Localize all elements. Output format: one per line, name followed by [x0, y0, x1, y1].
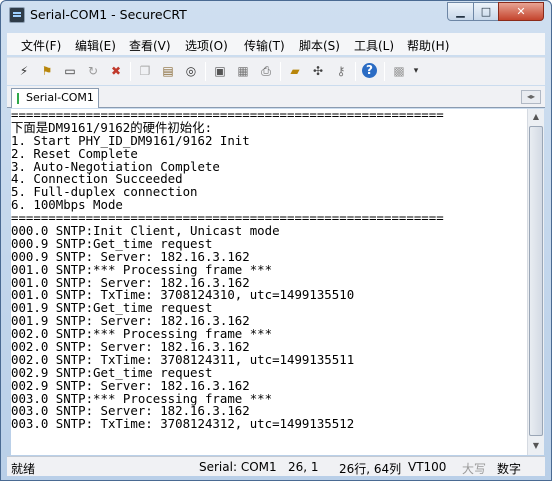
quick-connect-icon[interactable]: ⚑	[38, 62, 56, 80]
maximize-button[interactable]: □	[473, 2, 499, 21]
menu-script[interactable]: 脚本(S)	[299, 37, 340, 54]
toolbar-separator	[280, 62, 281, 81]
toolbar: ⚡ ⚑ ▭ ↻ ✖ ❐ ▤ ◎ ▣ ▦ ⎙ ▰ ✣ ⚷ ? ▩ ▾	[7, 57, 545, 85]
minimize-button[interactable]: ▁	[447, 2, 474, 21]
tab-scroll-arrows-icon[interactable]: ◂▸	[521, 90, 541, 104]
scroll-up-icon[interactable]: ▲	[528, 109, 544, 125]
close-button[interactable]: ✕	[498, 2, 544, 21]
print-icon[interactable]: ⎙	[257, 62, 275, 80]
keypad-icon[interactable]: ▩	[390, 62, 408, 80]
status-ready: 就绪	[11, 462, 36, 476]
tab-label: Serial-COM1	[26, 91, 94, 104]
paste-icon[interactable]: ▤	[159, 62, 177, 80]
find-icon[interactable]: ◎	[182, 62, 200, 80]
disconnect-icon[interactable]: ✖	[107, 62, 125, 80]
menu-file[interactable]: 文件(F)	[21, 37, 61, 54]
toolbar-separator	[384, 62, 385, 81]
session-tab-strip: Serial-COM1 ◂▸	[7, 86, 545, 108]
status-cursor-position: 26, 1	[288, 460, 319, 474]
menu-options[interactable]: 选项(O)	[185, 37, 228, 54]
status-rows-cols: 26行, 64列	[339, 462, 402, 476]
toolbar-separator	[355, 62, 356, 81]
reconnect-icon[interactable]: ↻	[84, 62, 102, 80]
toolbar-separator	[130, 62, 131, 81]
status-num-lock: 数字	[497, 462, 522, 476]
connected-status-icon	[17, 93, 19, 104]
window-title: Serial-COM1 - SecureCRT	[30, 7, 187, 22]
help-icon[interactable]: ?	[361, 62, 379, 80]
securecrt-app-icon	[9, 7, 25, 23]
menu-bar: 文件(F) 编辑(E) 查看(V) 选项(O) 传输(T) 脚本(S) 工具(L…	[7, 33, 545, 55]
toolbar-more-icon[interactable]: ▾	[411, 62, 421, 80]
menu-view[interactable]: 查看(V)	[129, 37, 171, 54]
terminal-line: 003.0 SNTP: TxTime: 3708124312, utc=1499…	[11, 416, 355, 432]
menu-edit[interactable]: 编辑(E)	[75, 37, 116, 54]
key-agent-icon[interactable]: ⚷	[332, 62, 350, 80]
keymap-icon[interactable]: ✣	[309, 62, 327, 80]
terminal-output[interactable]: ========================================…	[11, 109, 527, 455]
vertical-scrollbar[interactable]: ▲ ▼	[527, 109, 544, 455]
scroll-thumb[interactable]	[529, 126, 543, 436]
status-caps-lock: 大写	[462, 462, 487, 476]
menu-tools[interactable]: 工具(L)	[354, 37, 394, 54]
menu-help[interactable]: 帮助(H)	[407, 37, 449, 54]
tab-serial-com1[interactable]: Serial-COM1	[11, 88, 99, 108]
menu-transfer[interactable]: 传输(T)	[244, 37, 285, 54]
session-options-icon[interactable]: ▰	[286, 62, 304, 80]
print-screen-icon[interactable]: ▣	[211, 62, 229, 80]
connect-in-tab-icon[interactable]: ▭	[61, 62, 79, 80]
title-bar[interactable]: Serial-COM1 - SecureCRT ▁ □ ✕	[1, 1, 551, 29]
securecrt-window: Serial-COM1 - SecureCRT ▁ □ ✕ 文件(F) 编辑(E…	[0, 0, 552, 481]
print-setup-icon[interactable]: ▦	[234, 62, 252, 80]
status-bar: 就绪 Serial: COM1 26, 1 26行, 64列 VT100 大写 …	[7, 456, 545, 476]
copy-icon[interactable]: ❐	[136, 62, 154, 80]
toolbar-separator	[205, 62, 206, 81]
status-emulation: VT100	[408, 460, 447, 474]
connect-icon[interactable]: ⚡	[15, 62, 33, 80]
status-connection: Serial: COM1	[199, 460, 277, 474]
scroll-down-icon[interactable]: ▼	[528, 438, 544, 454]
